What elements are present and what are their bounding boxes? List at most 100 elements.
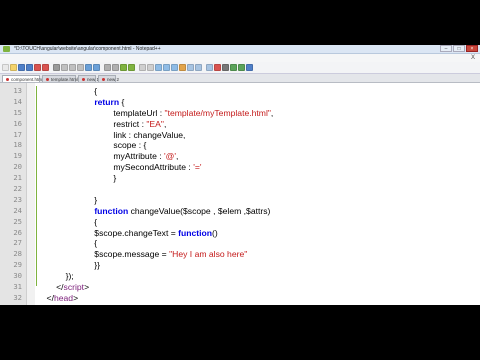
line-number: 25 — [13, 216, 22, 226]
close-doc-button[interactable]: X — [469, 54, 477, 62]
title-bar: *D:\TOUCH\angular\website\angular\compon… — [0, 45, 480, 54]
line-number: 15 — [13, 107, 22, 117]
code-editor[interactable]: 13 {14 return {15 templateUrl : "templat… — [0, 83, 480, 305]
zoom-in-icon[interactable] — [120, 64, 127, 71]
code-line[interactable]: 13 { — [0, 86, 480, 97]
maximize-button[interactable]: □ — [453, 45, 465, 52]
modified-dot-icon — [82, 78, 85, 82]
line-number: 33 — [0, 304, 22, 305]
minimize-button[interactable]: – — [440, 45, 452, 52]
line-number: 23 — [13, 194, 22, 204]
code-lines: 13 {14 return {15 templateUrl : "templat… — [0, 86, 480, 305]
modified-dot-icon — [102, 78, 105, 82]
save-all-icon[interactable] — [26, 64, 33, 71]
line-number: 30 — [13, 271, 22, 281]
line-code: </head> — [37, 292, 79, 303]
cut-icon[interactable] — [61, 64, 68, 71]
line-code: $scope.message = "Hey I am also here" — [37, 249, 248, 260]
app-icon — [3, 46, 10, 52]
code-line[interactable]: 14 return { — [0, 97, 480, 108]
line-code: { — [37, 86, 98, 96]
code-line[interactable]: 29 }} — [0, 260, 480, 271]
tab-label: template.html — [51, 77, 79, 82]
code-line[interactable]: 32 </head> — [0, 293, 480, 304]
save-macro-icon[interactable] — [246, 64, 253, 71]
wrap-icon[interactable] — [155, 64, 162, 71]
line-code: } — [37, 194, 98, 205]
close-icon[interactable] — [34, 64, 41, 71]
redo-icon[interactable] — [93, 64, 100, 71]
line-number: 20 — [13, 162, 22, 172]
stop-icon[interactable] — [222, 64, 229, 71]
line-code: templateUrl : "template/myTemplate.html"… — [37, 107, 274, 118]
code-line[interactable]: 22 — [0, 184, 480, 195]
indent-guide-icon[interactable] — [171, 64, 178, 71]
close-all-icon[interactable] — [42, 64, 49, 71]
tab-new-1[interactable]: new 1 — [78, 75, 99, 82]
code-line[interactable]: 33 <body ng-controller="customController"… — [0, 304, 480, 305]
code-line[interactable]: 23 } — [0, 195, 480, 206]
line-number: 26 — [13, 227, 22, 237]
play-multi-icon[interactable] — [238, 64, 245, 71]
all-chars-icon[interactable] — [163, 64, 170, 71]
line-number: 28 — [13, 249, 22, 259]
line-code: { — [37, 216, 98, 227]
line-number: 17 — [13, 129, 22, 139]
line-number: 13 — [13, 86, 22, 95]
line-number: 14 — [13, 96, 22, 106]
modified-dot-icon — [46, 78, 49, 82]
save-icon[interactable] — [18, 64, 25, 71]
zoom-out-icon[interactable] — [128, 64, 135, 71]
line-number: 24 — [13, 205, 22, 215]
new-file-icon[interactable] — [2, 64, 9, 71]
line-code: $scope.changeText = function() — [37, 227, 218, 238]
code-line[interactable]: 15 templateUrl : "template/myTemplate.ht… — [0, 108, 480, 119]
close-window-button[interactable]: × — [466, 45, 478, 52]
open-icon[interactable] — [10, 64, 17, 71]
tab-label: new 2 — [107, 77, 120, 82]
undo-icon[interactable] — [85, 64, 92, 71]
code-line[interactable]: 30 }); — [0, 271, 480, 282]
doc-map-icon[interactable] — [187, 64, 194, 71]
code-line[interactable]: 28 $scope.message = "Hey I am also here" — [0, 249, 480, 260]
code-line[interactable]: 24 function changeValue($scope , $elem ,… — [0, 206, 480, 217]
play-icon[interactable] — [230, 64, 237, 71]
sync-h-icon[interactable] — [147, 64, 154, 71]
copy-icon[interactable] — [69, 64, 76, 71]
monitor-icon[interactable] — [206, 64, 213, 71]
function-list-icon[interactable] — [195, 64, 202, 71]
record-icon[interactable] — [214, 64, 221, 71]
code-line[interactable]: 25 { — [0, 217, 480, 228]
find-icon[interactable] — [104, 64, 111, 71]
code-line[interactable]: 18 scope : { — [0, 140, 480, 151]
print-icon[interactable] — [53, 64, 60, 71]
code-line[interactable]: 21 } — [0, 173, 480, 184]
line-number: 22 — [13, 184, 22, 194]
toolbar — [0, 62, 480, 74]
window-title: *D:\TOUCH\angular\website\angular\compon… — [14, 46, 161, 52]
code-line[interactable]: 20 mySecondAttribute : '=' — [0, 162, 480, 173]
line-code: </script> — [37, 282, 90, 293]
tab-bar: component.html template.html new 1 new 2 — [0, 74, 480, 83]
replace-icon[interactable] — [112, 64, 119, 71]
tab-template-html[interactable]: template.html — [42, 75, 79, 82]
code-line[interactable]: 16 restrict : "EA", — [0, 119, 480, 130]
lang-icon[interactable] — [179, 64, 186, 71]
line-code: link : changeValue, — [37, 129, 186, 140]
code-line[interactable]: 31 </script> — [0, 282, 480, 293]
code-line[interactable]: 19 myAttribute : '@', — [0, 151, 480, 162]
code-line[interactable]: 17 link : changeValue, — [0, 130, 480, 141]
line-code: myAttribute : '@', — [37, 151, 179, 162]
paste-icon[interactable] — [77, 64, 84, 71]
code-line[interactable]: 27 { — [0, 238, 480, 249]
modified-dot-icon — [6, 78, 9, 82]
code-line[interactable]: 26 $scope.changeText = function() — [0, 228, 480, 239]
sync-v-icon[interactable] — [139, 64, 146, 71]
line-code: scope : { — [37, 140, 147, 151]
line-number: 19 — [13, 151, 22, 161]
tab-component-html[interactable]: component.html — [2, 75, 43, 82]
tab-new-2[interactable]: new 2 — [98, 75, 120, 82]
line-code: restrict : "EA", — [37, 118, 167, 129]
line-number: 29 — [13, 260, 22, 270]
notepad-window: *D:\TOUCH\angular\website\angular\compon… — [0, 45, 480, 305]
